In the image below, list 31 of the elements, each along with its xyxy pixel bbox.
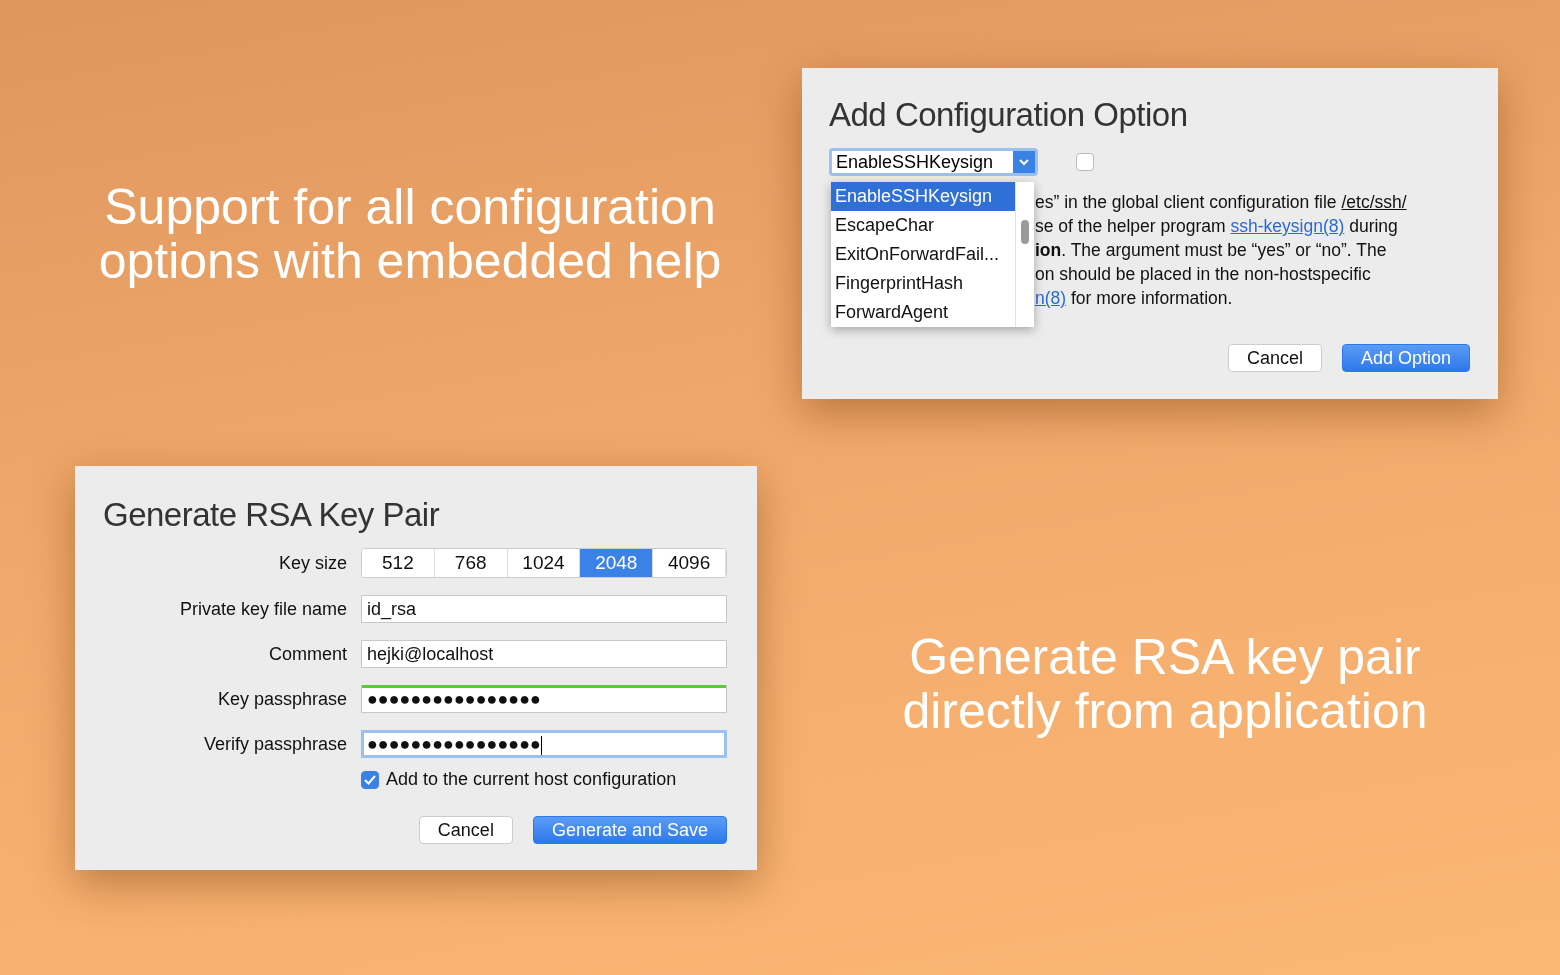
option-item[interactable]: FingerprintHash: [831, 269, 1015, 298]
input-field[interactable]: ●●●●●●●●●●●●●●●●: [361, 730, 727, 758]
dialog-title: Generate RSA Key Pair: [103, 496, 441, 534]
host-config-checkbox[interactable]: [361, 770, 379, 789]
input-field[interactable]: hejki@localhost: [361, 640, 727, 668]
manual-link[interactable]: ssh-keysign(8): [1230, 216, 1345, 236]
chevron-down-icon: [1013, 151, 1035, 173]
key-size-segment[interactable]: 2048: [580, 549, 654, 577]
checkbox-label: Add to the current host configuration: [386, 769, 677, 790]
scrollbar-thumb[interactable]: [1021, 220, 1029, 244]
option-checkbox[interactable]: [1076, 153, 1094, 171]
field-label: Private key file name: [178, 598, 347, 620]
option-combo-box[interactable]: EnableSSHKeysign: [829, 148, 1038, 176]
field-label: Comment: [267, 643, 347, 665]
key-size-segment[interactable]: 512: [362, 549, 435, 577]
option-item[interactable]: EscapeChar: [831, 211, 1015, 240]
field-label: Verify passphrase: [202, 733, 347, 755]
input-field[interactable]: id_rsa: [361, 595, 727, 623]
help-text: es” in the global client configuration file /etc/ssh/ se of the helper program ssh-keysign(8) during ion. The argument must be “yes” or “no”. The on should be placed in the non-hostspecific n(8) for more information.: [1035, 191, 1408, 310]
field-label: Key passphrase: [216, 688, 347, 710]
input-field[interactable]: ●●●●●●●●●●●●●●●●: [361, 685, 727, 713]
feature-caption: Support for all configuration options with embedded help: [97, 180, 723, 288]
option-item[interactable]: ForwardAgent: [831, 298, 1015, 327]
option-item[interactable]: ExitOnForwardFail...: [831, 240, 1015, 269]
cancel-button[interactable]: Cancel: [1227, 344, 1322, 372]
dialog-title: Add Configuration Option: [829, 96, 1189, 134]
manual-link[interactable]: n(8): [1035, 288, 1067, 308]
option-item[interactable]: EnableSSHKeysign: [831, 182, 1015, 211]
feature-caption: Generate RSA key pair directly from application: [901, 630, 1429, 738]
cancel-button[interactable]: Cancel: [418, 816, 513, 844]
key-size-label: Key size: [277, 552, 347, 574]
